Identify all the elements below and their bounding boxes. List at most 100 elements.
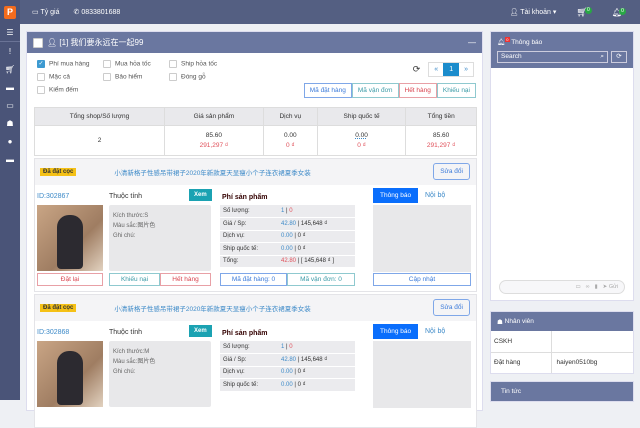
checkbox[interactable]: ✓ [37,60,45,68]
product-title-link[interactable]: 小清新格子性感吊带裙子2020年新款夏天显瘦小个子连衣裙夏季女装 [114,167,310,177]
ship[interactable]: 0.00 [318,131,405,141]
collapse-button[interactable]: — [468,38,476,47]
item-id-link[interactable]: ID:302867 [37,193,69,200]
fee-label: Số lượng: [220,205,278,218]
staff-user [551,331,633,353]
fee-value[interactable]: 0.00 [281,382,293,388]
fee-value[interactable]: 42.80 [281,221,296,227]
refresh-icon[interactable]: ⟳ [413,64,421,75]
file-icon[interactable]: ▮ [595,284,598,290]
col-header: Giá sản phẩm [164,107,264,126]
table-row: 2 85.60 291,297 ₫ 0.00 0 ₫ 0.00 0 ₫ 85.60 29… [34,125,477,156]
attr-note: Ghi chú: [113,369,136,375]
filter-tracking-code[interactable]: Mã vận đơn [351,83,399,98]
select-all-checkbox[interactable] [33,37,43,48]
checkbox[interactable] [103,60,111,68]
current-page[interactable]: 1 [443,63,460,76]
prev-page[interactable]: « [429,63,443,76]
option-checkbox[interactable]: Kiểm đếm [37,86,103,94]
fee-table: Số lượng: 1 | 0 Giá / Sp: 42.80 | 145,648 ₫… [220,205,355,268]
panel-title: [1] 我们要永远在一起99 [59,38,144,47]
menu-toggle-icon[interactable]: ☰ [0,24,20,42]
update-button[interactable]: Cập nhật [373,273,471,286]
view-button[interactable]: Xem [189,325,212,337]
summary-table: Tổng shop/Số lượng Giá sản phẩm Dịch vụ … [34,107,477,156]
product-title-link[interactable]: 小清新格子性感吊带裙子2020年新款夏天显瘦小个子连衣裙夏季女装 [114,303,310,313]
cart-badge: 0 [584,6,592,14]
send-button[interactable]: ➤ Gửi [603,284,618,290]
checkbox[interactable] [103,73,111,81]
note-textarea[interactable] [373,205,471,272]
status-badge: Đã đặt cọc [40,304,77,312]
tracking-code-button[interactable]: Mã vận đơn: 0 [287,273,355,286]
box-icon[interactable]: ▬ [0,78,20,96]
alert-icon[interactable]: ! [0,42,20,60]
service: 0.00 [283,131,297,139]
status-badge: Đã đặt cọc [40,168,77,176]
globe-icon[interactable]: ● [0,132,20,150]
notification-button[interactable]: 🔔︎0 [612,7,626,17]
next-page[interactable]: » [459,63,473,76]
filter-complaint[interactable]: Khiếu nại [436,83,476,98]
checkbox[interactable] [169,73,177,81]
tab-notification[interactable]: Thông báo [373,188,419,203]
option-checkbox[interactable]: Mua hỏa tốc [103,60,169,68]
tab-internal[interactable]: Nội bộ [425,192,445,199]
tab-internal[interactable]: Nội bộ [425,328,445,335]
attr-textarea[interactable]: Kích thước:M Màu sắc:图片色 Ghi chú: [109,341,211,407]
edit-button[interactable]: Sửa đổi [433,163,470,180]
order-code-button[interactable]: Mã đặt hàng: 0 [220,273,287,286]
filter-out-of-stock[interactable]: Hết hàng [398,83,437,98]
fee-value: 0.00 [281,233,293,240]
wallet-icon[interactable]: ▬ [0,150,20,168]
fee-value-vnd: 0 ₫ [297,381,306,388]
option-label: Phí mua hàng [49,60,90,68]
option-label: Đóng gỗ [181,73,206,81]
card-icon[interactable]: ▭ [0,96,20,114]
account-menu[interactable]: 👤︎ Tài khoản ▾ [509,8,556,16]
product-image[interactable] [37,205,103,271]
fee-value[interactable]: 42.80 [281,357,296,363]
refresh-button[interactable]: ⟳ [611,50,627,63]
cart-button[interactable]: 🛒︎0 [576,6,592,18]
item-id-link[interactable]: ID:302868 [37,329,69,336]
option-checkbox[interactable]: Đóng gỗ [169,73,235,81]
filter-order-code[interactable]: Mã đặt hàng [303,83,352,98]
news-panel: Tin tức [490,381,634,402]
tab-notification[interactable]: Thông báo [373,324,419,339]
exchange-rate-link[interactable]: ▭ Tỷ giá [32,8,60,16]
checkbox[interactable] [169,60,177,68]
fee-value[interactable]: 0.00 [281,246,293,252]
attr-textarea[interactable]: Kích thước:S Màu sắc:图片色 Ghi chú: [109,205,211,271]
col-header: Tổng tiền [405,107,477,126]
fee-value: 1 [281,344,285,350]
fee-label: Ship quốc tế: [220,242,278,256]
option-checkbox[interactable]: Bảo hiểm [103,73,169,81]
logo[interactable]: P [0,0,20,24]
product-image[interactable] [37,341,103,407]
reset-button[interactable]: Đặt lại [37,273,103,286]
checkbox[interactable] [37,86,45,94]
view-button[interactable]: Xem [189,189,212,201]
option-checkbox[interactable]: ✓ Phí mua hàng [37,60,103,68]
edit-button[interactable]: Sửa đổi [433,299,470,316]
search-input[interactable]: Search ⌕ [497,50,608,63]
checkbox[interactable] [37,73,45,81]
option-label: Mua hỏa tốc [115,60,151,68]
cart-icon[interactable]: 🛒︎ [0,60,20,78]
link-icon[interactable]: ∞ [586,284,590,290]
complaint-button[interactable]: Khiếu nại [109,273,160,286]
staff-title: Nhân viên [504,318,534,325]
note-textarea[interactable] [373,341,471,408]
option-checkbox[interactable]: Mặc cả [37,73,103,81]
option-checkbox[interactable]: Ship hỏa tốc [169,60,235,68]
notification-panel: 🔔︎0 Thông báo Search ⌕ ⟳ ▭ ∞ ▮ ➤ Gửi [490,31,634,301]
order-item: Đã đặt cọc 小清新格子性感吊带裙子2020年新款夏天显瘦小个子连衣裙夏季… [34,158,477,292]
total: 85.60 [433,131,450,139]
users-icon[interactable]: ☗ [0,114,20,132]
fee-value-vnd: 0 [289,344,293,350]
attr-label: Thuộc tính [109,329,143,336]
image-icon[interactable]: ▭ [576,284,581,290]
message-input[interactable]: ▭ ∞ ▮ ➤ Gửi [499,280,625,294]
out-of-stock-button[interactable]: Hết hàng [160,273,211,286]
